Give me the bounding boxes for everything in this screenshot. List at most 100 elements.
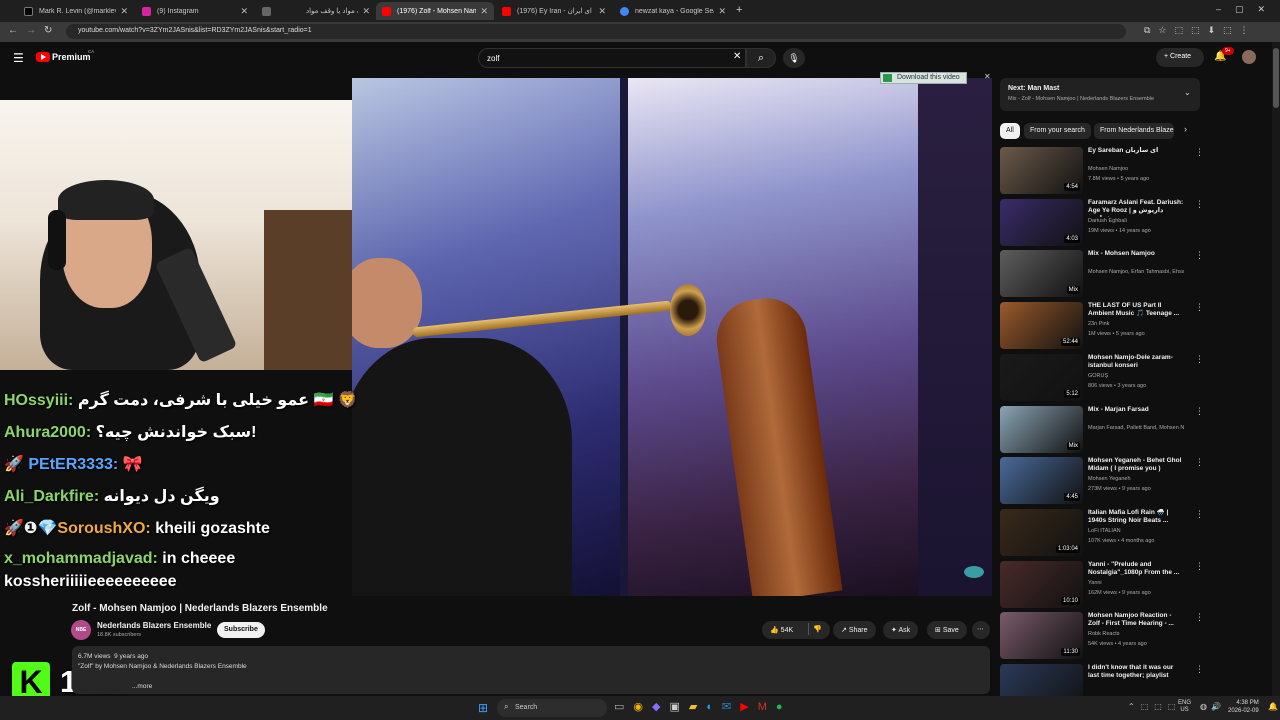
more-vert-icon[interactable]: ⋮: [1195, 561, 1204, 572]
video-player[interactable]: [352, 78, 992, 596]
close-download-icon[interactable]: ✕: [984, 72, 991, 81]
recommendation-channel[interactable]: Marjan Farsad, Pallett Band, Mohsen Na..…: [1088, 425, 1184, 431]
taskbar-search[interactable]: Search: [497, 699, 607, 717]
thumbs-down-icon[interactable]: 👎: [813, 625, 822, 633]
scrollbar-thumb[interactable]: [1273, 48, 1279, 108]
recommendation-channel[interactable]: Robk Reacts: [1088, 631, 1184, 637]
youtube-logo-icon[interactable]: [36, 52, 50, 62]
video-thumbnail[interactable]: 4:03: [1000, 199, 1083, 246]
recommendation-item[interactable]: 4:03 Faramarz Aslani Feat. Dariush: Age Y…: [1000, 199, 1204, 249]
recommendation-title[interactable]: Yanni - "Prelude and Nostalgia"_1080p Fr…: [1088, 561, 1184, 577]
more-vert-icon[interactable]: ⋮: [1195, 612, 1204, 623]
more-vert-icon[interactable]: ⋮: [1195, 199, 1204, 210]
chip-all[interactable]: All: [1000, 123, 1020, 139]
recommendation-channel[interactable]: LoFi ITALIAN: [1088, 528, 1184, 534]
more-vert-icon[interactable]: ⋮: [1195, 406, 1204, 417]
channel-watermark[interactable]: [964, 566, 984, 578]
more-vert-icon[interactable]: ⋮: [1195, 457, 1204, 468]
close-icon[interactable]: ✕: [598, 6, 606, 17]
network-volume-icons[interactable]: ◍🔊: [1200, 702, 1225, 711]
notification-center-icon[interactable]: 🔔: [1268, 702, 1278, 711]
recommendation-title[interactable]: Faramarz Aslani Feat. Dariush: Age Ye Ro…: [1088, 199, 1184, 217]
chevron-down-icon[interactable]: ⌄: [1184, 88, 1191, 97]
recommendation-title[interactable]: THE LAST OF US Part II Ambient Music 🎵 T…: [1088, 302, 1184, 318]
video-thumbnail[interactable]: 4:45: [1000, 457, 1083, 504]
recommendation-item[interactable]: 52:44 THE LAST OF US Part II Ambient Musi…: [1000, 302, 1204, 352]
close-icon[interactable]: ✕: [480, 6, 488, 17]
subscribe-button[interactable]: Subscribe: [217, 622, 265, 638]
reload-icon[interactable]: ↻: [44, 25, 52, 36]
new-tab-button[interactable]: +: [736, 4, 742, 16]
search-button[interactable]: ⌕: [746, 48, 776, 68]
youtube-logo-text[interactable]: Premium: [52, 52, 91, 62]
recommendation-channel[interactable]: Dariush Eghbali: [1088, 218, 1184, 224]
video-thumbnail[interactable]: 10:10: [1000, 561, 1083, 608]
windows-start-icon[interactable]: ⊞: [478, 701, 488, 715]
recommendation-item[interactable]: 5:12 Mohsen Namjo-Dele zaram-istanbul kon…: [1000, 354, 1204, 404]
recommendation-title[interactable]: Mohsen Yeganeh - Behet Ghol Midam ( I pr…: [1088, 457, 1184, 473]
more-vert-icon[interactable]: ⋮: [1195, 147, 1204, 158]
create-button[interactable]: + Create: [1156, 48, 1204, 67]
recommendation-channel[interactable]: GÖRÜŞ: [1088, 373, 1184, 379]
recommendation-channel[interactable]: 23n Pink: [1088, 321, 1184, 327]
close-icon[interactable]: ✕: [718, 6, 726, 17]
recommendation-title[interactable]: Mohsen Namjo-Dele zaram-istanbul konseri: [1088, 354, 1184, 370]
taskbar-apps[interactable]: ▭◉◆▣▰◐✉▶M●: [614, 700, 792, 713]
recommendation-item[interactable]: 4:54 Ey Sareban ای ساربان Mohsen Namjoo 7.8…: [1000, 147, 1204, 197]
clock[interactable]: 4:38 PM 2026-02-09: [1228, 699, 1259, 715]
video-thumbnail[interactable]: Mix: [1000, 250, 1083, 297]
up-next-card[interactable]: Next: Man Mast Mix - Zolf - Mohsen Namjo…: [1000, 78, 1200, 111]
more-vert-icon[interactable]: ⋮: [1195, 250, 1204, 261]
page-scrollbar[interactable]: [1272, 42, 1280, 696]
recommendation-title[interactable]: Italian Mafia Lofi Rain 🌧️ | 1940s Strin…: [1088, 509, 1184, 525]
ask-button[interactable]: ✦ Ask: [883, 621, 919, 639]
show-more-link[interactable]: ...more: [132, 683, 152, 690]
recommendation-item[interactable]: 11:30 Mohsen Namjoo Reaction - Zolf - Fir…: [1000, 612, 1204, 662]
chevron-right-icon[interactable]: ›: [1184, 124, 1187, 134]
tab-instagram[interactable]: (9) Instagram ✕: [136, 2, 254, 20]
video-thumbnail[interactable]: 4:54: [1000, 147, 1083, 194]
system-tray[interactable]: ⌃⬚⬚⬚: [1128, 702, 1181, 711]
video-thumbnail[interactable]: 5:12: [1000, 354, 1083, 401]
recommendation-channel[interactable]: Mohsen Namjoo: [1088, 166, 1184, 172]
language-indicator[interactable]: ENG US: [1178, 700, 1191, 714]
clear-search-icon[interactable]: ✕: [733, 51, 741, 62]
download-video-button[interactable]: Download this video: [880, 72, 967, 84]
more-vert-icon[interactable]: ⋮: [1195, 302, 1204, 313]
chip-from-search[interactable]: From your search: [1024, 123, 1091, 139]
browser-extensions[interactable]: ⧉☆⬚⬚⬇⬚⋮: [1144, 25, 1257, 36]
back-icon[interactable]: ←: [8, 25, 18, 36]
tab-google[interactable]: newzat kaya - Google Search✕: [614, 2, 732, 20]
share-button[interactable]: ↗ Share: [833, 621, 876, 639]
tab-x[interactable]: Mark R. Levin (@marklevinshow✕: [18, 2, 134, 20]
tab-ey-iran[interactable]: (1976) Ey Iran - ای ایران (Arash✕: [496, 2, 612, 20]
close-icon[interactable]: ✕: [362, 6, 370, 17]
video-thumbnail[interactable]: 52:44: [1000, 302, 1083, 349]
save-button[interactable]: ⊞ Save: [927, 621, 967, 639]
chip-from-channel[interactable]: From Nederlands Blazers: [1094, 123, 1174, 139]
recommendation-title[interactable]: Mix - Marjan Farsad: [1088, 406, 1184, 414]
url-bar[interactable]: youtube.com/watch?v=3ZYm2JASnis&list=RD3…: [66, 24, 1126, 39]
thumbs-up-icon[interactable]: 👍: [770, 627, 779, 634]
channel-name[interactable]: Nederlands Blazers Ensemble: [97, 621, 211, 630]
video-thumbnail[interactable]: Mix: [1000, 406, 1083, 453]
recommendation-item[interactable]: 10:10 Yanni - "Prelude and Nostalgia"_108…: [1000, 561, 1204, 611]
recommendation-title[interactable]: I didn't know that it was our last time …: [1088, 664, 1184, 680]
recommendation-title[interactable]: Ey Sareban ای ساربان: [1088, 147, 1184, 155]
forward-icon[interactable]: →: [26, 25, 36, 36]
recommendation-title[interactable]: Mohsen Namjoo Reaction - Zolf - First Ti…: [1088, 612, 1184, 628]
channel-avatar[interactable]: NBE: [71, 620, 91, 640]
recommendation-title[interactable]: Mix - Mohsen Namjoo: [1088, 250, 1184, 258]
tab-persian[interactable]: وقف مواد یا وقف مواد✕: [300, 2, 376, 20]
recommendation-channel[interactable]: Yanni: [1088, 580, 1184, 586]
recommendation-item[interactable]: 4:45 Mohsen Yeganeh - Behet Ghol Midam ( …: [1000, 457, 1204, 507]
more-vert-icon[interactable]: ⋮: [1195, 664, 1204, 675]
tab-zolf[interactable]: (1976) Zolf - Mohsen Namjoo✕: [376, 2, 494, 20]
voice-search-icon[interactable]: 🎙: [783, 48, 805, 68]
more-vert-icon[interactable]: ⋮: [1195, 509, 1204, 520]
close-icon[interactable]: ✕: [240, 6, 248, 17]
more-vert-icon[interactable]: ⋮: [1195, 354, 1204, 365]
avatar[interactable]: [1242, 50, 1256, 64]
window-controls[interactable]: –▢✕: [1216, 4, 1279, 15]
close-icon[interactable]: ✕: [120, 6, 128, 17]
